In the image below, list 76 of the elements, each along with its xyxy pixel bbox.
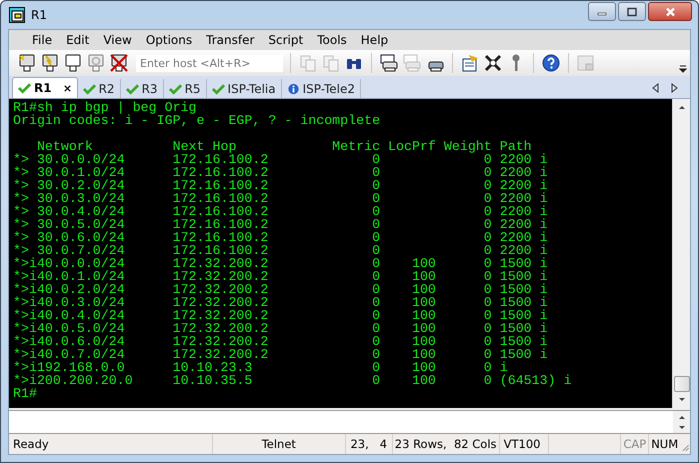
terminal-line: *> 30.0.2.0/24 172.16.100.2 0 0 2200 i bbox=[13, 179, 549, 192]
scroll-down-icon[interactable] bbox=[678, 397, 686, 403]
menu-item[interactable]: Transfer bbox=[199, 33, 262, 47]
host-field[interactable]: Enter host <Alt+R> bbox=[136, 54, 283, 72]
session-tab[interactable]: ISP-Tele2 bbox=[282, 79, 361, 98]
menu-item[interactable]: View bbox=[96, 33, 139, 47]
scroll-up-icon[interactable] bbox=[678, 414, 686, 420]
terminal-line: *>i40.0.4.0/24 172.32.200.2 0 100 0 1500 i bbox=[13, 309, 549, 322]
minimize-button[interactable] bbox=[588, 2, 616, 21]
terminal-line: *> 30.0.7.0/24 172.16.100.2 0 0 2200 i bbox=[13, 244, 549, 257]
tools-icon[interactable] bbox=[483, 53, 503, 73]
scroll-spinner[interactable] bbox=[673, 411, 690, 433]
terminal-line: *>i200.200.20.0 10.10.35.5 0 100 0 (64513) i bbox=[13, 374, 573, 387]
menu-item[interactable]: Edit bbox=[59, 33, 96, 47]
menu-item[interactable]: Script bbox=[261, 33, 310, 47]
status-text: 23, 4 bbox=[350, 437, 388, 451]
terminal-line: *> 30.0.1.0/24 172.16.100.2 0 0 2200 i bbox=[13, 166, 549, 179]
app-icon bbox=[9, 7, 25, 23]
status-text: Telnet bbox=[262, 437, 296, 451]
close-icon bbox=[664, 6, 676, 16]
menu-item[interactable]: File bbox=[25, 33, 60, 47]
terminal-line: *> 30.0.3.0/24 172.16.100.2 0 0 2200 i bbox=[13, 192, 549, 205]
checkmark-icon bbox=[126, 82, 139, 94]
session-tab[interactable]: R3 bbox=[120, 79, 164, 98]
next-tab-icon[interactable] bbox=[670, 83, 678, 93]
terminal-line: *>i40.0.0.0/24 172.32.200.2 0 100 0 1500 i bbox=[13, 257, 549, 270]
terminal-line: Network Next Hop Metric LocPrf Weight Path bbox=[36, 140, 533, 153]
lightning-computer-icon[interactable] bbox=[40, 53, 60, 73]
terminal-line: *>i40.0.3.0/24 172.32.200.2 0 100 0 1500 i bbox=[13, 296, 549, 309]
scroll-down-icon[interactable] bbox=[678, 424, 686, 430]
settings-icon[interactable] bbox=[460, 53, 480, 73]
terminal-line: *>i192.168.0.0 10.10.23.3 0 100 0 i bbox=[13, 361, 508, 374]
status-text: VT100 bbox=[504, 437, 540, 451]
terminal-line: *>i40.0.5.0/24 172.32.200.2 0 100 0 1500 i bbox=[13, 322, 549, 335]
terminal-line: Origin codes: i - IGP, e - EGP, ? - incomplete bbox=[13, 114, 382, 127]
status-text: Ready bbox=[13, 437, 49, 451]
overflow-icon[interactable] bbox=[679, 65, 687, 73]
status-text: 23 Rows, 82 Cols bbox=[394, 437, 496, 451]
session-tab[interactable]: R1 bbox=[12, 77, 78, 98]
session-tab[interactable]: R5 bbox=[164, 79, 207, 98]
terminal-line: *>i40.0.2.0/24 172.32.200.2 0 100 0 1500 i bbox=[13, 283, 549, 296]
menu-item[interactable]: Options bbox=[138, 33, 200, 47]
resize-grip-icon[interactable] bbox=[680, 442, 690, 452]
session-tab[interactable]: ISP-Telia bbox=[206, 79, 282, 98]
scroll-thumb[interactable] bbox=[674, 376, 690, 392]
close-icon[interactable] bbox=[62, 84, 72, 92]
scrollbar[interactable] bbox=[672, 99, 690, 408]
help-icon[interactable] bbox=[541, 53, 561, 73]
menu-item[interactable]: Help bbox=[354, 33, 396, 47]
terminal-line: *>i40.0.6.0/24 172.32.200.2 0 100 0 1500 i bbox=[13, 335, 549, 348]
status-indicator: NUM bbox=[651, 437, 678, 451]
previous-tab-icon[interactable] bbox=[652, 83, 660, 93]
scroll-up-icon[interactable] bbox=[678, 104, 686, 110]
terminal-line: *> 30.0.6.0/24 172.16.100.2 0 0 2200 i bbox=[13, 231, 549, 244]
window-title: R1 bbox=[31, 8, 47, 22]
disconnect-icon[interactable] bbox=[109, 53, 129, 73]
computer-icon[interactable] bbox=[17, 53, 37, 73]
menu-item[interactable]: Tools bbox=[310, 33, 354, 47]
checkmark-icon bbox=[18, 82, 31, 94]
close-button[interactable] bbox=[648, 2, 692, 21]
terminal-line: *>i40.0.7.0/24 172.32.200.2 0 100 0 1500 i bbox=[13, 348, 549, 361]
terminal-line: *> 30.0.5.0/24 172.16.100.2 0 0 2200 i bbox=[13, 218, 549, 231]
terminal-line: *> 30.0.4.0/24 172.16.100.2 0 0 2200 i bbox=[13, 205, 549, 218]
terminal-line: R1# bbox=[13, 387, 38, 400]
maximize-icon bbox=[627, 6, 637, 16]
checkmark-icon bbox=[168, 82, 182, 94]
status-indicator: CAP bbox=[623, 437, 646, 451]
window-printer-icon[interactable] bbox=[379, 53, 399, 73]
maximize-button[interactable] bbox=[618, 2, 646, 21]
terminal-line: *> 30.0.0.0/24 172.16.100.2 0 0 2200 i bbox=[13, 153, 549, 166]
checkmark-icon bbox=[212, 82, 225, 94]
info-icon bbox=[286, 82, 300, 94]
checkmark-icon bbox=[82, 82, 96, 94]
terminal-line: R1#sh ip bgp | beg Orig bbox=[13, 101, 198, 114]
terminal-line: *>i40.0.1.0/24 172.32.200.2 0 100 0 1500 i bbox=[13, 270, 549, 283]
session-tab[interactable]: R2 bbox=[78, 79, 121, 98]
